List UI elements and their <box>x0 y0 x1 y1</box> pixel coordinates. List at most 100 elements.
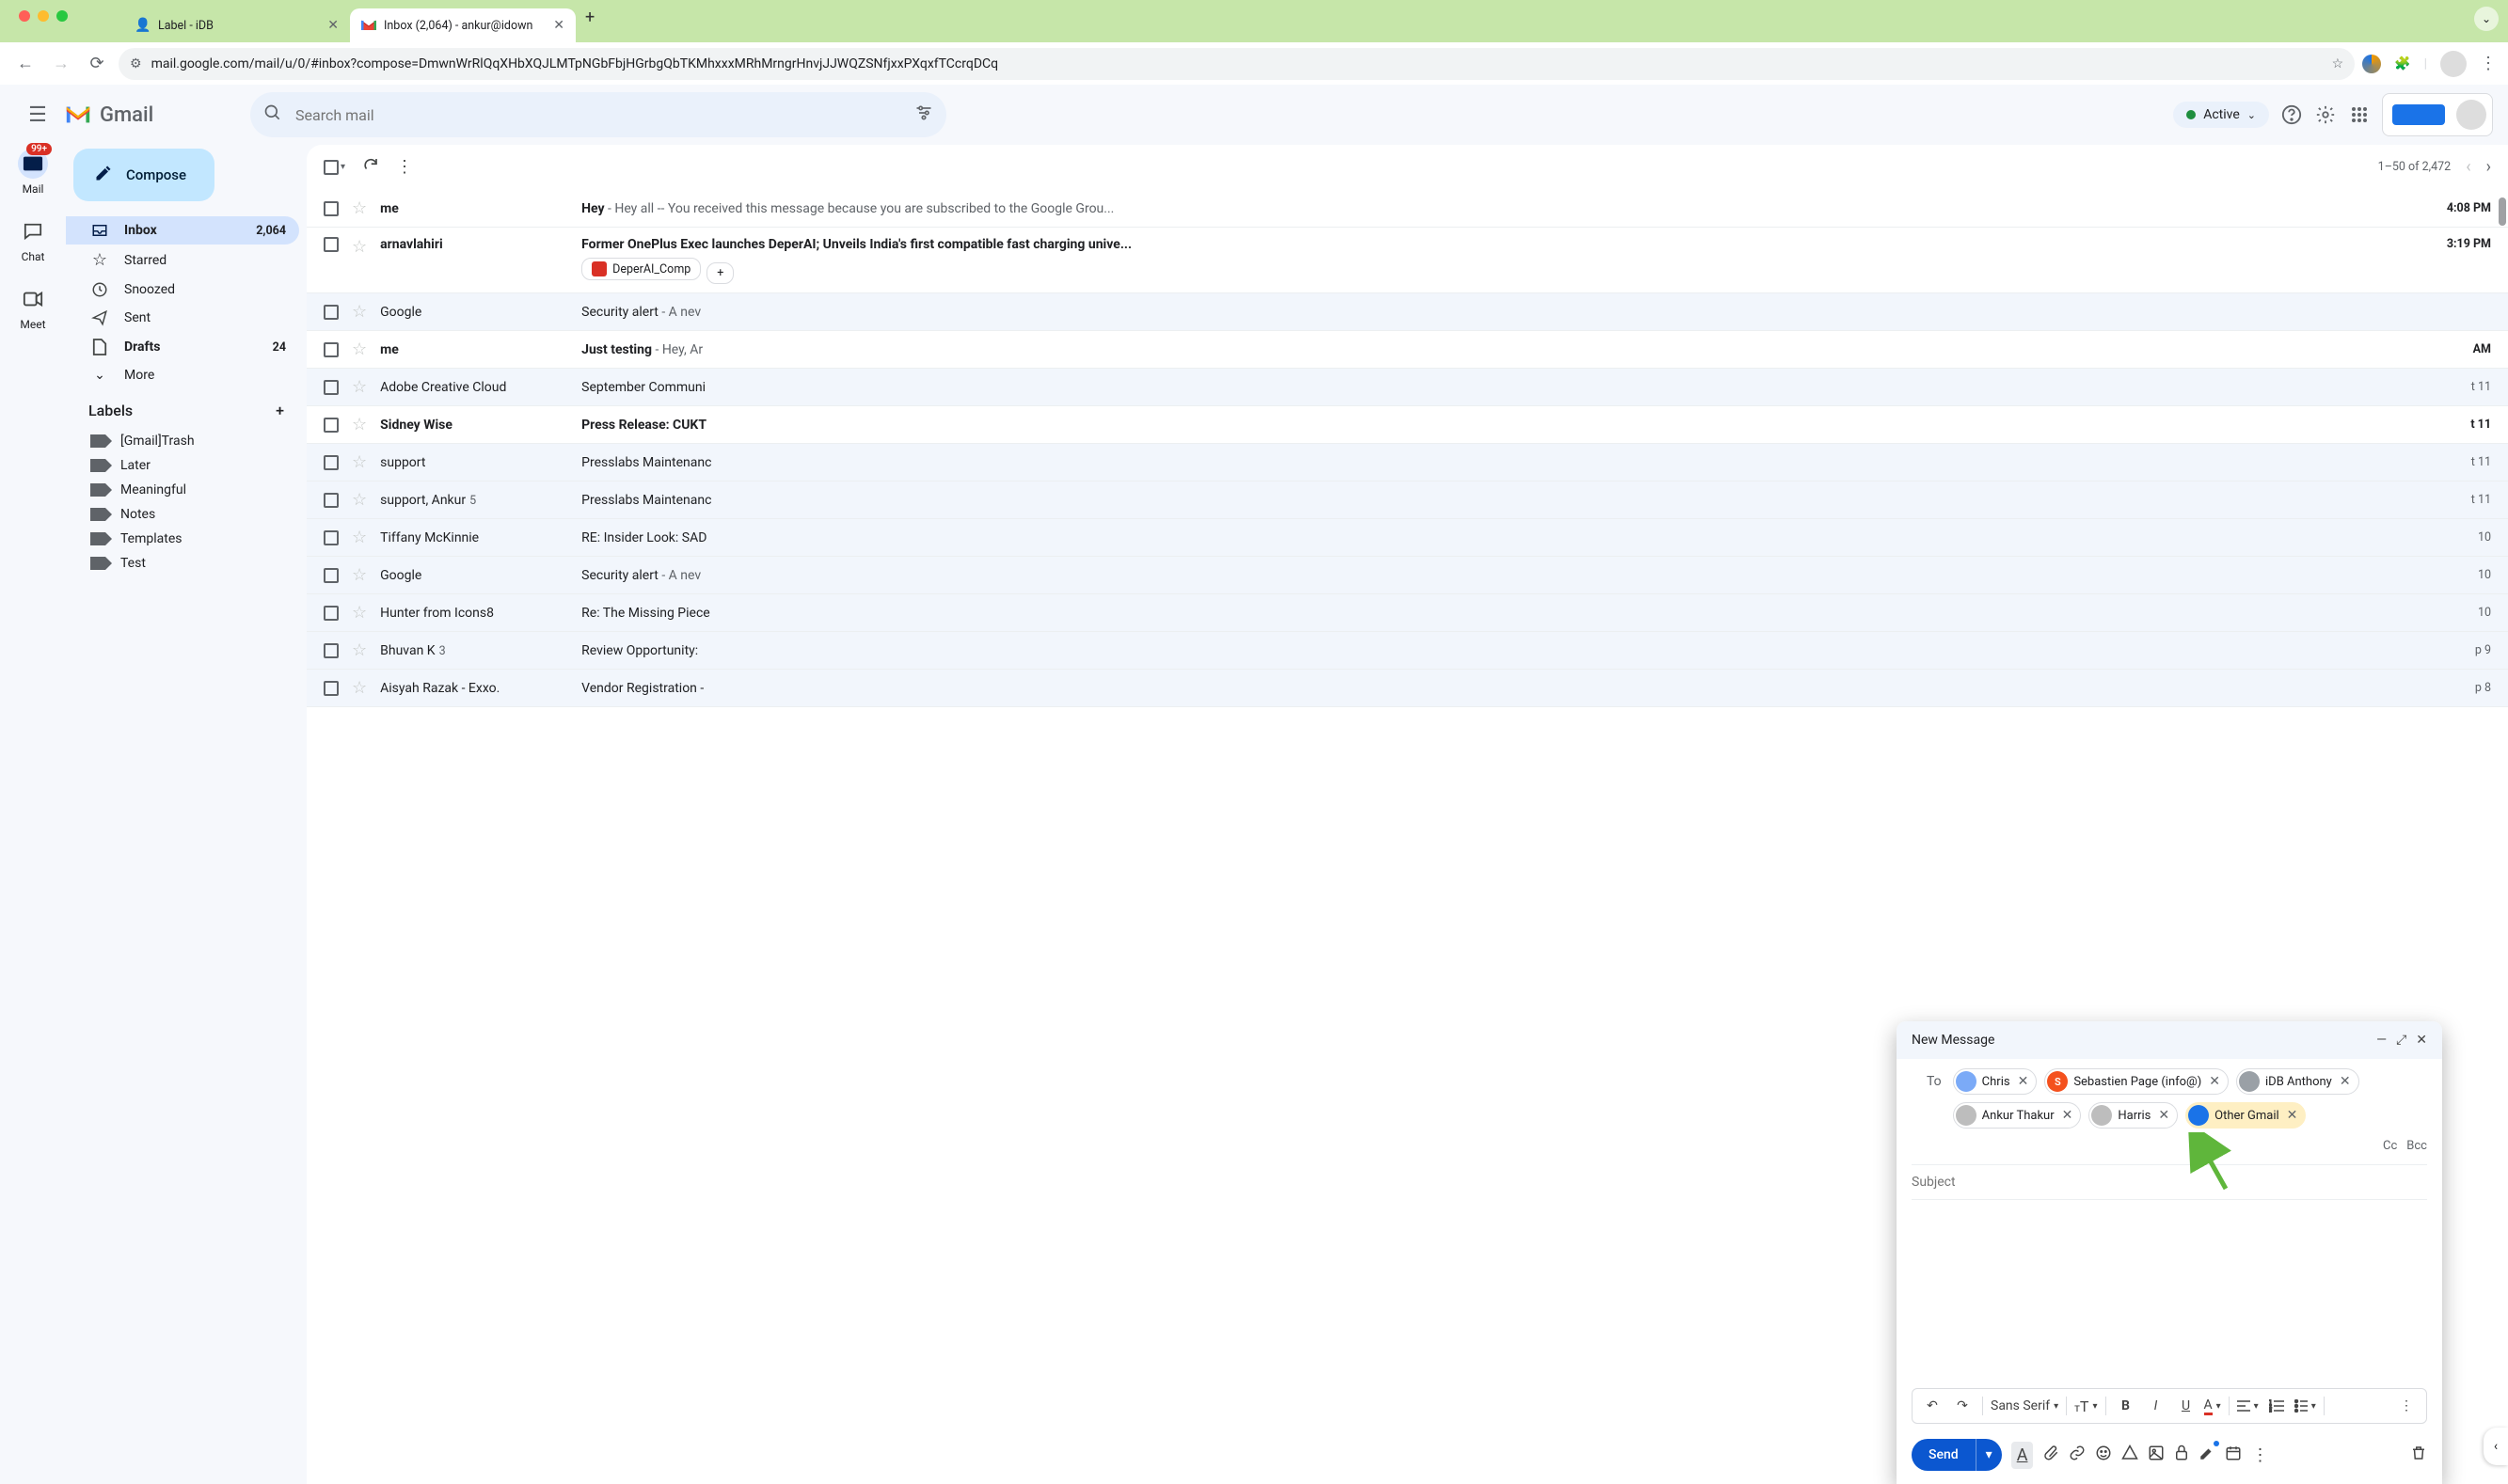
star-icon[interactable]: ☆ <box>352 565 367 585</box>
row-checkbox[interactable] <box>324 530 339 545</box>
text-formatting-toggle[interactable]: A <box>2011 1442 2034 1469</box>
remove-recipient-icon[interactable]: ✕ <box>2156 1108 2171 1123</box>
row-checkbox[interactable] <box>324 643 339 658</box>
address-bar[interactable]: ⚙ mail.google.com/mail/u/0/#inbox?compos… <box>119 48 2355 80</box>
bcc-link[interactable]: Bcc <box>2406 1139 2427 1153</box>
email-row[interactable]: ☆ Hunter from Icons8 Re: The Missing Pie… <box>307 594 2508 632</box>
account-switcher[interactable] <box>2382 93 2493 136</box>
compose-body[interactable] <box>1897 1200 2442 1388</box>
select-all-checkbox[interactable] <box>324 160 339 175</box>
browser-tab-0[interactable]: 👤 Label - iDB ✕ <box>124 8 350 42</box>
star-icon[interactable]: ☆ <box>352 528 367 547</box>
star-icon[interactable]: ☆ <box>352 490 367 510</box>
window-controls[interactable] <box>9 10 77 33</box>
user-avatar[interactable] <box>2456 100 2486 130</box>
refresh-button[interactable] <box>362 156 379 178</box>
nav-item-starred[interactable]: ☆ Starred <box>66 245 299 276</box>
site-info-icon[interactable]: ⚙ <box>130 56 142 71</box>
recipient-chip[interactable]: Other Gmail✕ <box>2185 1102 2306 1129</box>
email-row[interactable]: ☆ arnavlahiri Former OnePlus Exec launch… <box>307 228 2508 293</box>
profile-avatar[interactable] <box>2440 51 2467 77</box>
compose-button[interactable]: Compose <box>73 149 214 201</box>
recipient-chip[interactable]: Chris✕ <box>1953 1068 2038 1095</box>
minimize-window-button[interactable] <box>38 10 49 22</box>
star-icon[interactable]: ☆ <box>352 302 367 322</box>
label-item[interactable]: Later <box>66 453 299 478</box>
signature-button[interactable] <box>2198 1445 2215 1466</box>
email-row[interactable]: ☆ Google Security alert - A nev <box>307 293 2508 331</box>
search-box[interactable] <box>250 92 946 137</box>
rail-item-chat[interactable]: Chat <box>18 216 48 263</box>
email-row[interactable]: ☆ me Hey - Hey all -- You received this … <box>307 190 2508 228</box>
compose-header[interactable]: New Message — ⤢ ✕ <box>1897 1021 2442 1059</box>
row-checkbox[interactable] <box>324 237 339 252</box>
fullscreen-icon[interactable]: ⤢ <box>2396 1033 2406 1048</box>
reload-button[interactable]: ⟳ <box>83 54 111 73</box>
undo-button[interactable]: ↶ <box>1920 1393 1944 1419</box>
label-item[interactable]: Templates <box>66 527 299 551</box>
emoji-button[interactable] <box>2095 1445 2112 1466</box>
cc-link[interactable]: Cc <box>2383 1139 2397 1153</box>
star-icon[interactable]: ☆ <box>352 640 367 660</box>
close-tab-icon[interactable]: ✕ <box>553 18 564 33</box>
close-window-button[interactable] <box>19 10 30 22</box>
nav-item-inbox[interactable]: Inbox 2,064 <box>66 216 299 245</box>
attach-file-button[interactable] <box>2042 1445 2059 1466</box>
send-options-chevron[interactable]: ▾ <box>1976 1439 2002 1471</box>
rail-item-mail[interactable]: Mail 99+ <box>18 149 48 196</box>
insert-image-button[interactable] <box>2148 1445 2165 1466</box>
new-tab-button[interactable]: + <box>576 8 604 35</box>
label-item[interactable]: [Gmail]Trash <box>66 429 299 453</box>
next-page-button[interactable]: › <box>2486 157 2491 177</box>
attachment-chip[interactable]: DeperAI_Comp <box>581 258 701 280</box>
align-button[interactable]: ▾ <box>2237 1399 2259 1413</box>
email-row[interactable]: ☆ support, Ankur5 Presslabs Maintenanc t… <box>307 482 2508 519</box>
confidential-mode-button[interactable] <box>2174 1445 2189 1466</box>
row-checkbox[interactable] <box>324 201 339 216</box>
bullet-list-button[interactable]: ▾ <box>2294 1399 2316 1413</box>
rail-item-meet[interactable]: Meet <box>18 284 48 331</box>
row-checkbox[interactable] <box>324 342 339 357</box>
italic-button[interactable]: I <box>2144 1393 2168 1419</box>
support-button[interactable] <box>2280 103 2303 126</box>
browser-tab-1[interactable]: Inbox (2,064) - ankur@idown ✕ <box>350 8 576 42</box>
drive-button[interactable] <box>2121 1445 2138 1466</box>
discard-draft-button[interactable] <box>2410 1445 2427 1466</box>
star-icon[interactable]: ☆ <box>352 415 367 434</box>
nav-item-sent[interactable]: Sent <box>66 304 299 332</box>
redo-button[interactable]: ↷ <box>1950 1393 1975 1419</box>
email-row[interactable]: ☆ Bhuvan K3 Review Opportunity: p 9 <box>307 632 2508 670</box>
star-icon[interactable]: ☆ <box>352 678 367 698</box>
star-icon[interactable]: ☆ <box>352 339 367 359</box>
email-row[interactable]: ☆ Sidney Wise Press Release: CUKT t 11 <box>307 406 2508 444</box>
recipient-chip[interactable]: iDB Anthony✕ <box>2236 1068 2359 1095</box>
row-checkbox[interactable] <box>324 380 339 395</box>
more-actions-button[interactable]: ⋮ <box>396 157 413 177</box>
email-row[interactable]: ☆ Aisyah Razak - Exxo. Vendor Registrati… <box>307 670 2508 707</box>
search-options-icon[interactable] <box>914 103 933 126</box>
side-panel-toggle[interactable]: ‹ <box>2484 1428 2508 1465</box>
nav-item-snoozed[interactable]: Snoozed <box>66 276 299 304</box>
font-size-select[interactable]: тT ▾ <box>2074 1397 2097 1415</box>
row-checkbox[interactable] <box>324 418 339 433</box>
recipient-chip[interactable]: Ankur Thakur✕ <box>1953 1102 2082 1129</box>
text-color-button[interactable]: A ▾ <box>2204 1397 2221 1415</box>
subject-input[interactable] <box>1912 1175 2427 1190</box>
nav-item-more[interactable]: ⌄ More <box>66 362 299 388</box>
font-family-select[interactable]: Sans Serif ▾ <box>1991 1398 2058 1413</box>
minimize-icon[interactable]: — <box>2376 1033 2387 1048</box>
remove-recipient-icon[interactable]: ✕ <box>2338 1074 2353 1089</box>
schedule-button[interactable] <box>2225 1445 2242 1466</box>
forward-button[interactable]: → <box>47 54 75 73</box>
recipient-chip[interactable]: Harris✕ <box>2088 1102 2178 1129</box>
browser-menu-button[interactable]: ⋮ <box>2480 54 2497 73</box>
main-menu-button[interactable]: ☰ <box>19 103 56 127</box>
star-icon[interactable]: ☆ <box>2332 56 2344 71</box>
nav-item-drafts[interactable]: Drafts 24 <box>66 332 299 362</box>
extension-icon[interactable] <box>2362 55 2381 73</box>
email-row[interactable]: ☆ Google Security alert - A nev 10 <box>307 557 2508 594</box>
remove-recipient-icon[interactable]: ✕ <box>2060 1108 2075 1123</box>
scrollbar-thumb[interactable] <box>2499 197 2506 226</box>
remove-recipient-icon[interactable]: ✕ <box>2285 1108 2300 1123</box>
label-item[interactable]: Notes <box>66 502 299 527</box>
